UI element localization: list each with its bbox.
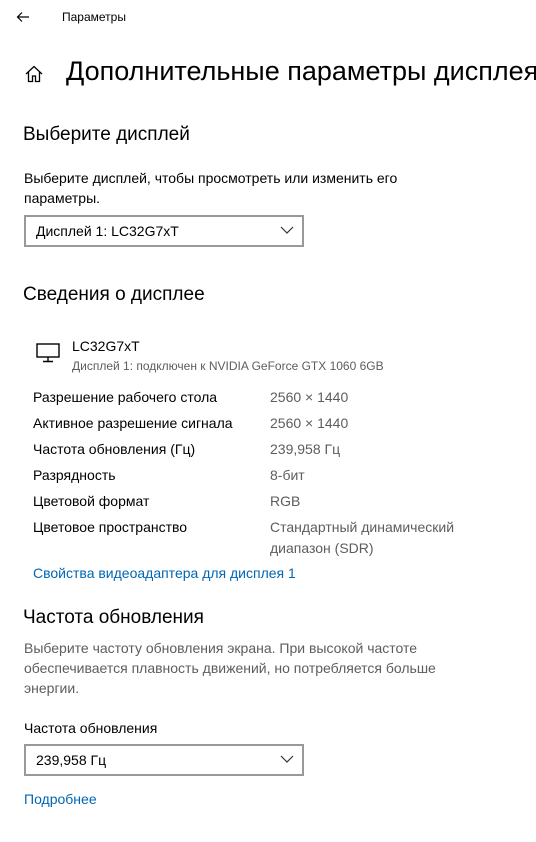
title-bar: Параметры [0, 0, 536, 34]
info-value-color-space-line-1: Стандартный динамический [270, 519, 455, 535]
display-info-heading: Сведения о дисплее [23, 284, 205, 305]
info-value-color-format: RGB [270, 493, 301, 509]
refresh-rate-select[interactable]: 239,958 Гц [24, 744, 304, 776]
info-value-active-signal-resolution: 2560 × 1440 [270, 415, 349, 431]
display-select-value: Дисплей 1: LC32G7xT [36, 223, 179, 239]
info-value-color-space: Стандартный динамический диапазон (SDR) [270, 517, 454, 559]
refresh-rate-description-line-1: Выберите частоту обновления экрана. При … [24, 640, 418, 656]
choose-display-description-line-2: параметры. [24, 190, 101, 206]
home-button[interactable] [20, 61, 48, 87]
refresh-rate-heading: Частота обновления [23, 607, 204, 628]
refresh-rate-description-line-2: обеспечивается плавность движений, но по… [24, 660, 436, 676]
info-value-bit-depth: 8-бит [270, 467, 305, 483]
page-title: Дополнительные параметры дисплея [66, 56, 536, 86]
info-label-active-signal-resolution: Активное разрешение сигнала [33, 415, 233, 431]
info-value-refresh-rate: 239,958 Гц [270, 441, 341, 457]
monitor-icon [36, 343, 60, 363]
choose-display-description-line-1: Выберите дисплей, чтобы просмотреть или … [24, 170, 398, 186]
info-label-color-space: Цветовое пространство [33, 519, 188, 535]
refresh-rate-description: Выберите частоту обновления экрана. При … [24, 638, 436, 698]
monitor-name: LC32G7xT [72, 338, 140, 354]
learn-more-link[interactable]: Подробнее [24, 791, 97, 807]
app-title: Параметры [62, 10, 126, 24]
monitor-connection: Дисплей 1: подключен к NVIDIA GeForce GT… [72, 359, 384, 373]
info-value-desktop-resolution: 2560 × 1440 [270, 389, 349, 405]
back-button[interactable] [8, 4, 38, 30]
chevron-down-icon [280, 755, 294, 763]
info-value-color-space-line-2: диапазон (SDR) [270, 540, 374, 556]
refresh-rate-select-value: 239,958 Гц [36, 752, 107, 768]
chevron-down-icon [280, 226, 294, 234]
info-label-color-format: Цветовой формат [33, 493, 150, 509]
home-icon [25, 65, 43, 83]
refresh-rate-description-line-3: энергии. [24, 680, 80, 696]
back-arrow-icon [16, 12, 29, 22]
settings-window: Параметры Дополнительные параметры диспл… [0, 0, 536, 842]
choose-display-description: Выберите дисплей, чтобы просмотреть или … [24, 168, 397, 208]
refresh-rate-field-label: Частота обновления [24, 720, 158, 736]
info-label-desktop-resolution: Разрешение рабочего стола [33, 389, 218, 405]
info-label-refresh-rate: Частота обновления (Гц) [33, 441, 196, 457]
adapter-properties-link[interactable]: Свойства видеоадаптера для дисплея 1 [33, 565, 296, 581]
display-select[interactable]: Дисплей 1: LC32G7xT [24, 215, 304, 247]
choose-display-heading: Выберите дисплей [23, 124, 190, 145]
info-label-bit-depth: Разрядность [33, 467, 116, 483]
